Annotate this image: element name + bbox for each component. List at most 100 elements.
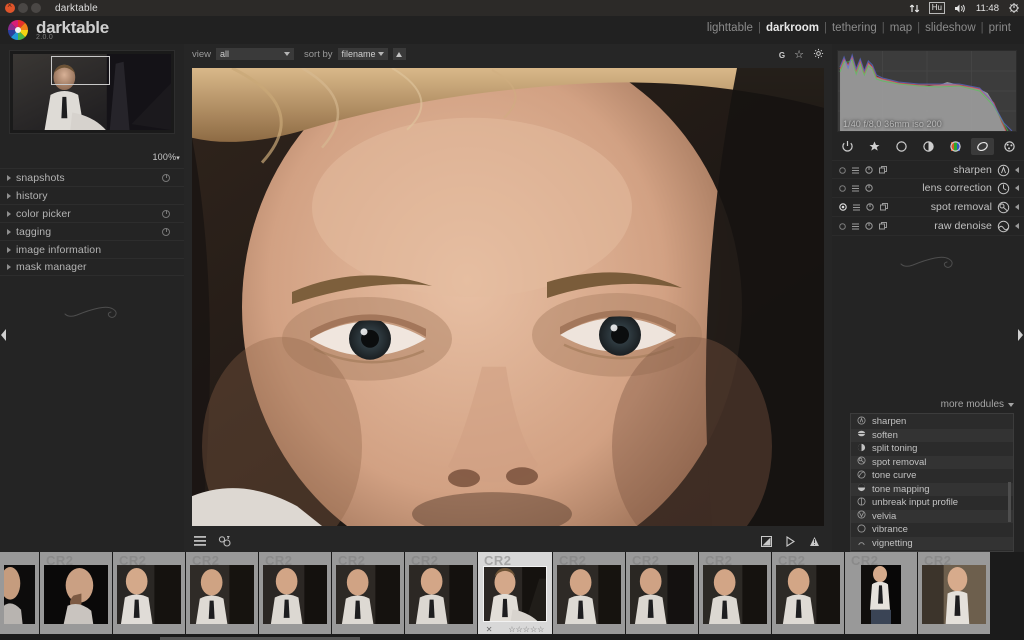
filmstrip-thumbnail-selected[interactable]: CR2 ✕ ☆☆☆☆☆ <box>478 552 553 634</box>
module-multi-instance-icon[interactable] <box>879 161 887 179</box>
preferences-gear-icon[interactable] <box>813 48 824 62</box>
module-expand-arrow-icon[interactable] <box>1015 223 1019 229</box>
view-filter-select[interactable]: all <box>216 48 295 60</box>
keyboard-layout-indicator[interactable]: Hu <box>928 2 945 14</box>
module-presets-icon[interactable] <box>852 179 859 197</box>
reset-icon[interactable] <box>162 173 170 182</box>
dropdown-item-vibrance[interactable]: vibrance <box>851 523 1013 537</box>
view-lighttable[interactable]: lighttable <box>702 22 758 34</box>
dropdown-item-split-toning[interactable]: split toning <box>851 442 1013 456</box>
filmstrip-thumbnail[interactable]: CR2 <box>40 552 113 634</box>
close-button[interactable] <box>5 0 15 13</box>
sidebar-item-image-information[interactable]: image information <box>0 240 184 258</box>
module-enable-toggle[interactable] <box>839 161 846 179</box>
image-canvas[interactable] <box>192 68 824 526</box>
gamut-check-icon[interactable] <box>761 535 772 547</box>
filmstrip-thumbnail[interactable]: CR2 <box>553 552 626 634</box>
module-row-lens-correction[interactable]: lens correction <box>832 179 1024 198</box>
dropdown-item-tone-mapping[interactable]: tone mapping <box>851 482 1013 496</box>
dropdown-item-sharpen[interactable]: sharpen <box>851 415 1013 429</box>
module-presets-icon[interactable] <box>852 217 859 235</box>
sidebar-item-snapshots[interactable]: snapshots <box>0 168 184 186</box>
module-list-icon[interactable] <box>194 536 206 546</box>
filmstrip-thumbnail[interactable]: CR2 <box>113 552 186 634</box>
sidebar-item-tagging[interactable]: tagging <box>0 222 184 240</box>
filmstrip[interactable]: CR2 CR2 CR2 CR2 CR2 CR2 CR2 ✕ ☆☆☆☆☆ CR2 … <box>0 552 1024 640</box>
module-expand-arrow-icon[interactable] <box>1015 185 1019 191</box>
correction-group-icon[interactable] <box>970 137 994 155</box>
sidebar-item-color-picker[interactable]: color picker <box>0 204 184 222</box>
module-reset-icon[interactable] <box>865 161 873 179</box>
module-enable-toggle[interactable] <box>839 179 846 197</box>
basic-group-icon[interactable] <box>890 138 913 155</box>
zoom-level-label[interactable]: 100%▾ <box>152 152 180 162</box>
view-tethering[interactable]: tethering <box>827 22 882 34</box>
view-print[interactable]: print <box>984 22 1016 34</box>
collapse-right-arrow-icon[interactable] <box>1017 324 1024 346</box>
module-presets-icon[interactable] <box>852 161 859 179</box>
sidebar-item-mask-manager[interactable]: mask manager <box>0 258 184 276</box>
active-modules-group-icon[interactable] <box>836 138 859 155</box>
filmstrip-thumbnail[interactable]: CR2 <box>772 552 845 634</box>
more-modules-toggle[interactable]: more modules <box>941 399 1014 410</box>
portrait-closeup-photo[interactable] <box>192 68 824 526</box>
sort-ascending-icon[interactable] <box>392 48 406 60</box>
navigation-module[interactable] <box>9 50 175 134</box>
tone-group-icon[interactable] <box>917 138 940 155</box>
effects-group-icon[interactable] <box>998 138 1021 155</box>
network-updown-icon[interactable] <box>909 3 920 14</box>
module-reset-icon[interactable] <box>865 179 873 197</box>
minimize-button[interactable] <box>18 3 28 13</box>
module-multi-instance-icon[interactable] <box>880 198 888 216</box>
star-overlays-icon[interactable]: ☆ <box>794 50 804 61</box>
color-label-icon[interactable] <box>218 535 231 547</box>
reset-icon[interactable] <box>162 209 170 218</box>
module-row-raw-denoise[interactable]: raw denoise <box>832 217 1024 236</box>
filmstrip-thumbnail[interactable]: CR2 <box>405 552 478 634</box>
module-row-spot-removal[interactable]: spot removal <box>832 198 1024 217</box>
filmstrip-thumbnail[interactable]: CR2 <box>626 552 699 634</box>
histogram[interactable]: 1/40 f/8,0 36mm iso 200 <box>837 50 1017 132</box>
module-reset-icon[interactable] <box>865 217 873 235</box>
softproof-icon[interactable] <box>785 535 796 547</box>
module-expand-arrow-icon[interactable] <box>1015 166 1019 173</box>
clock[interactable]: 11:48 <box>976 3 999 14</box>
dropdown-item-spot-removal[interactable]: spot removal <box>851 455 1013 469</box>
module-row-sharpen[interactable]: sharpen <box>832 160 1024 179</box>
collapse-left-arrow-icon[interactable] <box>0 324 7 346</box>
navigation-zoom-rectangle[interactable] <box>51 55 111 86</box>
overexposed-warning-icon[interactable] <box>809 536 820 547</box>
filmstrip-thumbnail[interactable]: CR2 <box>259 552 332 634</box>
sidebar-item-history[interactable]: history <box>0 186 184 204</box>
view-darkroom[interactable]: darkroom <box>761 22 824 34</box>
module-expand-arrow-icon[interactable] <box>1015 204 1019 210</box>
module-multi-instance-icon[interactable] <box>879 217 887 235</box>
gear-power-icon[interactable] <box>1008 2 1020 14</box>
filmstrip-thumbnail[interactable]: CR2 <box>699 552 772 634</box>
module-enable-toggle[interactable] <box>839 217 846 235</box>
favorites-group-icon[interactable] <box>863 138 886 155</box>
sort-by-select[interactable]: filename <box>337 48 388 60</box>
maximize-button[interactable] <box>31 3 41 13</box>
filmstrip-thumbnail[interactable]: CR2 <box>186 552 259 634</box>
module-enable-toggle[interactable] <box>839 198 847 216</box>
dropdown-item-velvia[interactable]: velvia <box>851 509 1013 523</box>
filmstrip-thumbnail[interactable]: CR2 <box>918 552 991 634</box>
grouping-icon[interactable]: G <box>779 51 785 60</box>
dropdown-item-unbreak-input-profile[interactable]: unbreak input profile <box>851 496 1013 510</box>
filmstrip-thumbnail[interactable]: CR2 <box>332 552 405 634</box>
view-slideshow[interactable]: slideshow <box>920 22 981 34</box>
color-group-icon[interactable] <box>944 138 967 155</box>
dropdown-item-vignetting[interactable]: vignetting <box>851 536 1013 550</box>
dropdown-scrollbar[interactable] <box>1008 482 1011 522</box>
reset-icon[interactable] <box>162 227 170 236</box>
filmstrip-thumbnail[interactable] <box>0 552 40 634</box>
module-reset-icon[interactable] <box>866 198 874 216</box>
dropdown-item-soften[interactable]: soften <box>851 428 1013 442</box>
module-presets-icon[interactable] <box>853 198 860 216</box>
volume-icon[interactable] <box>954 3 967 14</box>
filmstrip-thumbnail[interactable]: CR2 <box>845 552 918 634</box>
reject-icon[interactable]: ✕ <box>486 625 493 634</box>
view-map[interactable]: map <box>885 22 917 34</box>
dropdown-item-tone-curve[interactable]: tone curve <box>851 469 1013 483</box>
